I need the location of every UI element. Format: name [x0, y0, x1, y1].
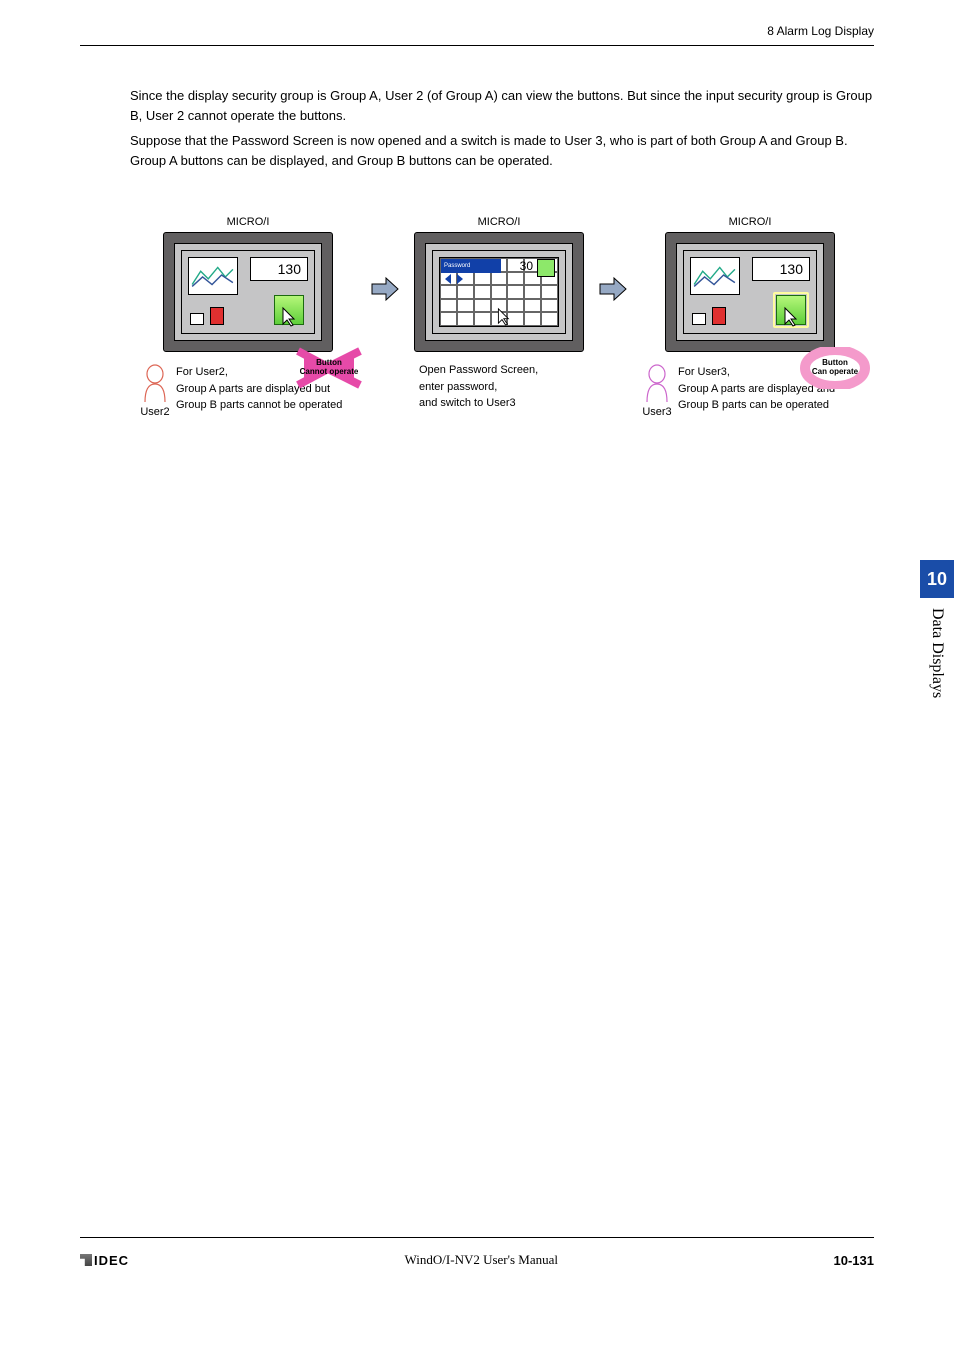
user3-label: User3 — [642, 406, 671, 418]
arrow-right-icon — [370, 274, 400, 304]
arrow-right-icon — [598, 274, 628, 304]
value-display-3: 130 — [752, 257, 810, 281]
chapter-tab: 10 Data Displays — [920, 560, 954, 698]
idec-logo: IDEC — [80, 1253, 129, 1268]
para-1: Since the display security group is Grou… — [130, 86, 874, 125]
col-user2: MICRO/I 130 — [140, 216, 356, 418]
col-password: MICRO/I Password 30 — [414, 216, 584, 412]
chapter-number: 10 — [920, 560, 954, 598]
user-icon — [140, 364, 170, 404]
value-display-1: 130 — [250, 257, 308, 281]
micro-label-1: MICRO/I — [227, 216, 270, 228]
trend-chart-icon — [690, 257, 740, 295]
middle-caption: Open Password Screen, enter password, an… — [419, 362, 579, 412]
cursor-icon — [779, 306, 799, 328]
green-button-icon — [274, 295, 304, 325]
para-2: Suppose that the Password Screen is now … — [130, 131, 874, 170]
chapter-title: Data Displays — [928, 598, 946, 698]
page-number: 10-131 — [834, 1253, 874, 1268]
micro-label-3: MICRO/I — [729, 216, 772, 228]
logo-text: IDEC — [94, 1253, 129, 1268]
content: Since the display security group is Grou… — [130, 86, 874, 176]
device-2: Password 30 — [414, 232, 584, 352]
bar-panel-icon — [188, 297, 238, 327]
device-1: 130 Button Cannot operate — [163, 232, 333, 352]
micro-label-2: MICRO/I — [478, 216, 521, 228]
green-button-icon — [537, 259, 555, 277]
password-title: Password — [441, 259, 501, 273]
nav-left-icon — [443, 273, 453, 285]
green-button-active-icon — [776, 295, 806, 325]
section-header: 8 Alarm Log Display — [767, 24, 874, 38]
user2-label: User2 — [140, 406, 169, 418]
diagram-row: MICRO/I 130 — [140, 216, 858, 418]
manual-title: WindO/I-NV2 User's Manual — [405, 1252, 558, 1268]
bar-panel-icon — [690, 297, 740, 327]
nav-right-icon — [455, 273, 465, 285]
trend-chart-icon — [188, 257, 238, 295]
badge-cannot-line2: Cannot operate — [300, 368, 359, 377]
badge-can-line2: Can operate — [812, 368, 858, 377]
value-display-pw: 30 — [520, 259, 533, 273]
col-user3: MICRO/I 130 — [642, 216, 858, 418]
logo-mark-icon — [80, 1254, 92, 1266]
page-footer: IDEC WindO/I-NV2 User's Manual 10-131 — [80, 1252, 874, 1268]
cursor-icon — [277, 306, 297, 328]
badge-cannot-operate: Button Cannot operate — [294, 347, 364, 389]
device-3: 130 Button Can operate — [665, 232, 835, 352]
page-frame: 8 Alarm Log Display Since the display se… — [80, 45, 874, 1238]
badge-can-operate: Button Can operate — [800, 347, 870, 389]
user-icon — [642, 364, 672, 404]
cursor-icon — [493, 307, 511, 327]
